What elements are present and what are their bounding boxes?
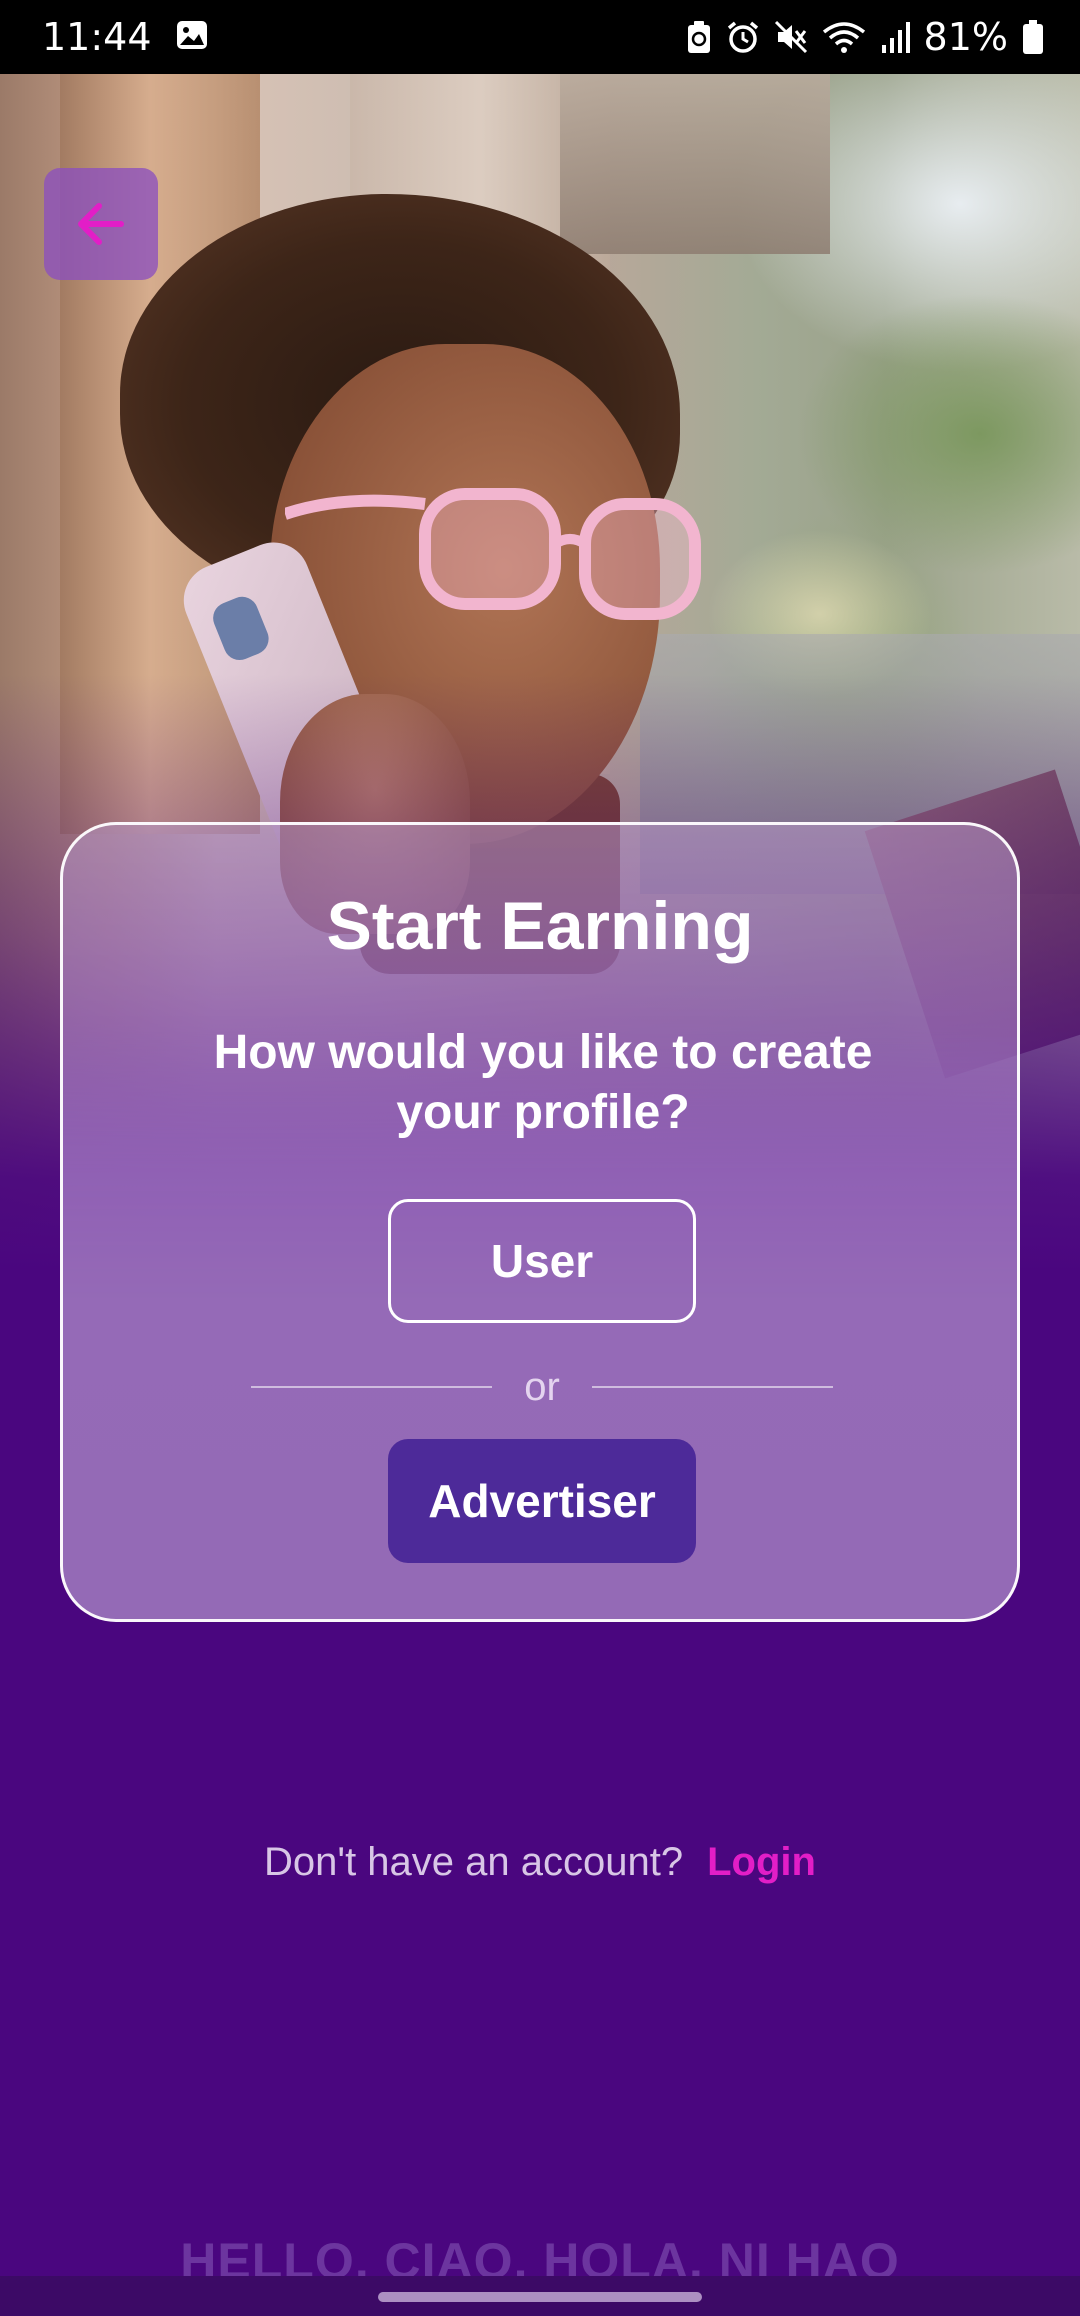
arrow-left-icon: [78, 203, 124, 245]
login-prompt-text: Don't have an account?: [264, 1840, 684, 1884]
user-button[interactable]: User: [388, 1199, 696, 1323]
back-button[interactable]: [44, 168, 158, 280]
alarm-icon: [726, 20, 760, 54]
battery-icon: [1022, 20, 1044, 54]
or-label: or: [524, 1364, 560, 1409]
battery-percent: 81%: [923, 15, 1008, 59]
gallery-icon: [176, 20, 208, 55]
status-bar: 11:44 81%: [0, 0, 1080, 74]
signal-icon: [880, 21, 910, 53]
wifi-icon: [822, 20, 866, 54]
status-right: 81%: [686, 15, 1044, 59]
mute-icon: [774, 20, 808, 54]
advertiser-button[interactable]: Advertiser: [388, 1439, 696, 1563]
divider-line: [592, 1386, 833, 1388]
home-indicator[interactable]: [378, 2292, 702, 2302]
login-link[interactable]: Login: [707, 1840, 816, 1885]
card-title: Start Earning: [326, 888, 754, 964]
status-time: 11:44: [42, 15, 152, 59]
login-prompt: Don't have an account? Login: [0, 1840, 1080, 1885]
profile-type-card: Start Earning How would you like to crea…: [60, 822, 1020, 1622]
status-left: 11:44: [42, 15, 208, 59]
battery-saver-icon: [686, 20, 712, 54]
divider-line: [251, 1386, 492, 1388]
card-subtitle: How would you like to create your profil…: [213, 1026, 873, 1139]
or-divider: or: [251, 1357, 833, 1417]
